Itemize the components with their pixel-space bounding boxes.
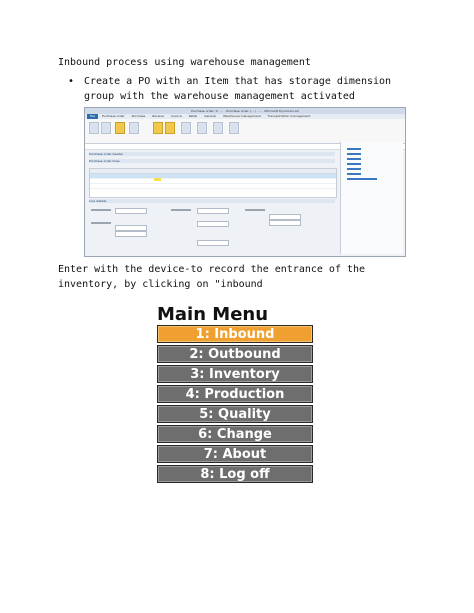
menu-button-production[interactable]: 4: Production — [157, 385, 313, 403]
section-header: Line details — [89, 199, 335, 203]
field-label — [171, 209, 191, 211]
main-menu-title: Main Menu — [157, 304, 269, 325]
ribbon-button-icon — [165, 122, 175, 134]
section-header: Purchase order lines — [89, 159, 335, 163]
ribbon-button-icon — [89, 122, 99, 134]
bullet-text: Create a PO with an Item that has storag… — [84, 76, 392, 102]
screenshot-ribbon — [85, 119, 405, 144]
form-field — [197, 208, 229, 214]
ribbon-button-icon — [153, 122, 163, 134]
side-panel-link — [347, 148, 361, 150]
menu-button-outbound[interactable]: 2: Outbound — [157, 345, 313, 363]
bullet-icon: • — [68, 76, 75, 87]
menu-button-quality[interactable]: 5: Quality — [157, 405, 313, 423]
side-panel-link — [347, 173, 361, 175]
side-panel-link — [347, 153, 361, 155]
order-lines-grid — [89, 168, 337, 198]
menu-button-inventory[interactable]: 3: Inventory — [157, 365, 313, 383]
ribbon-button-icon — [115, 122, 125, 134]
section-header: Purchase order header — [89, 152, 335, 156]
sigma-icon — [197, 122, 207, 134]
side-panel-link — [347, 158, 361, 160]
ribbon-button-icon — [129, 122, 139, 134]
form-field — [115, 231, 147, 237]
form-field — [115, 208, 147, 214]
grid-row — [90, 184, 336, 189]
instruction-paragraph: Enter with the device-to record the entr… — [58, 264, 366, 290]
form-field — [197, 221, 229, 227]
menu-button-log-off[interactable]: 8: Log off — [157, 465, 313, 483]
screenshot-side-panel — [340, 142, 403, 254]
field-label — [245, 209, 265, 211]
menu-button-inbound[interactable]: 1: Inbound — [157, 325, 313, 343]
side-panel-link — [347, 163, 361, 165]
highlighted-cell — [154, 178, 161, 181]
side-panel-link — [347, 178, 377, 180]
ribbon-button-icon — [101, 122, 111, 134]
menu-button-about[interactable]: 7: About — [157, 445, 313, 463]
form-field — [197, 240, 229, 246]
purchase-order-screenshot: Purchase order: 0 · ... · Purchase order… — [84, 107, 406, 257]
form-field — [269, 220, 301, 226]
side-panel-link — [347, 168, 361, 170]
ribbon-button-icon — [229, 122, 239, 134]
ribbon-button-icon — [181, 122, 191, 134]
menu-button-change-warehouse[interactable]: 6: Change Warehouse — [157, 425, 313, 460]
field-label — [91, 222, 111, 224]
ribbon-button-icon — [213, 122, 223, 134]
document-heading: Inbound process using warehouse manageme… — [58, 57, 311, 68]
field-label — [91, 209, 111, 211]
